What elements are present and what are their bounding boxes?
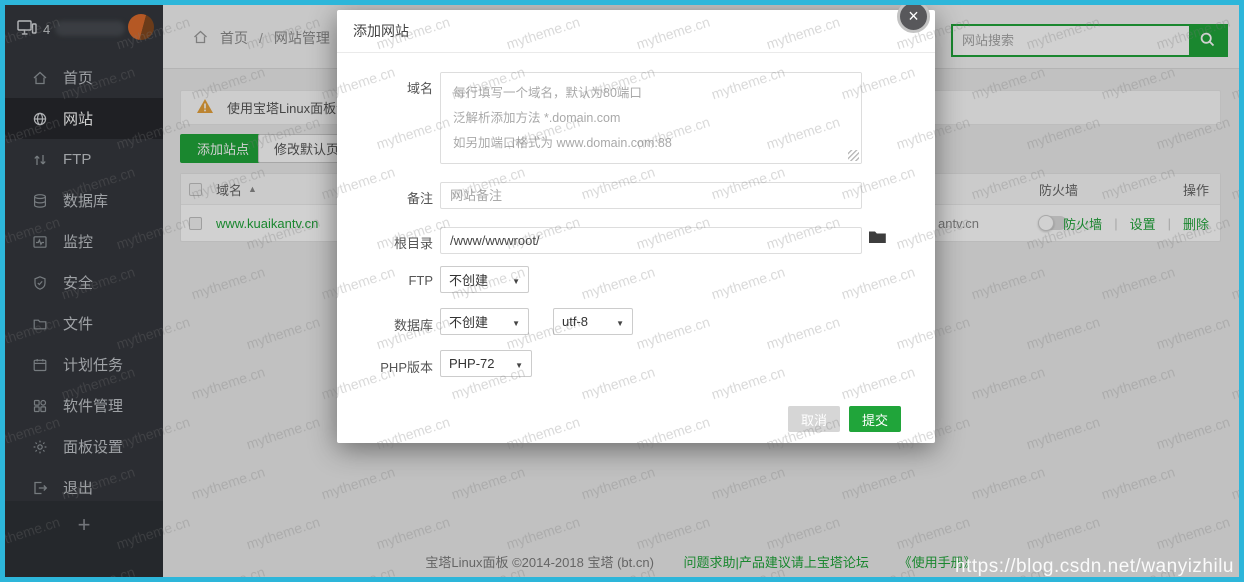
php-version-select[interactable]: PHP-72 xyxy=(440,350,532,377)
database-select-value: 不创建 xyxy=(449,312,488,331)
note-input[interactable] xyxy=(440,182,862,209)
domain-textarea[interactable] xyxy=(440,72,862,164)
dropdown-caret-icon xyxy=(616,314,624,329)
root-path-input[interactable] xyxy=(440,227,862,254)
close-icon[interactable]: × xyxy=(897,0,930,33)
watermark-tile: mytheme.cn xyxy=(449,0,526,2)
ftp-label: FTP xyxy=(377,273,433,288)
watermark-tile: mytheme.cn xyxy=(189,0,266,2)
watermark-tile: mytheme.cn xyxy=(969,0,1046,2)
domain-label: 域名 xyxy=(377,78,433,97)
watermark-tile: mytheme.cn xyxy=(0,0,7,2)
ftp-select[interactable]: 不创建 xyxy=(440,266,529,293)
dropdown-caret-icon xyxy=(515,356,523,371)
resize-grip-icon[interactable] xyxy=(848,150,859,161)
submit-button[interactable]: 提交 xyxy=(849,406,901,432)
php-select-value: PHP-72 xyxy=(449,356,495,371)
note-label: 备注 xyxy=(377,188,433,207)
charset-select-value: utf-8 xyxy=(562,314,588,329)
browse-folder-icon[interactable] xyxy=(868,229,887,250)
dropdown-caret-icon xyxy=(512,314,520,329)
watermark-tile: mytheme.cn xyxy=(579,0,656,2)
database-label: 数据库 xyxy=(377,315,433,334)
watermark-tile: mytheme.cn xyxy=(319,0,396,2)
add-site-modal: 添加网站 × 域名 备注 根目录 FTP 不创建 数据库 不创建 utf-8 P… xyxy=(337,10,935,443)
watermark-tile: mytheme.cn xyxy=(709,0,786,2)
ftp-select-value: 不创建 xyxy=(449,270,488,289)
watermark-tile: mytheme.cn xyxy=(59,0,136,2)
root-label: 根目录 xyxy=(377,233,433,252)
modal-title: 添加网站 xyxy=(337,10,935,53)
modal-footer: 取消 提交 xyxy=(788,406,901,432)
dropdown-caret-icon xyxy=(512,272,520,287)
charset-select[interactable]: utf-8 xyxy=(553,308,633,335)
database-select[interactable]: 不创建 xyxy=(440,308,529,335)
watermark-tile: mytheme.cn xyxy=(1099,0,1176,2)
csdn-watermark: https://blog.csdn.net/wanyizhilu xyxy=(955,556,1234,578)
cancel-button[interactable]: 取消 xyxy=(788,406,840,432)
php-version-label: PHP版本 xyxy=(377,357,433,376)
watermark-tile: mytheme.cn xyxy=(1229,0,1244,2)
